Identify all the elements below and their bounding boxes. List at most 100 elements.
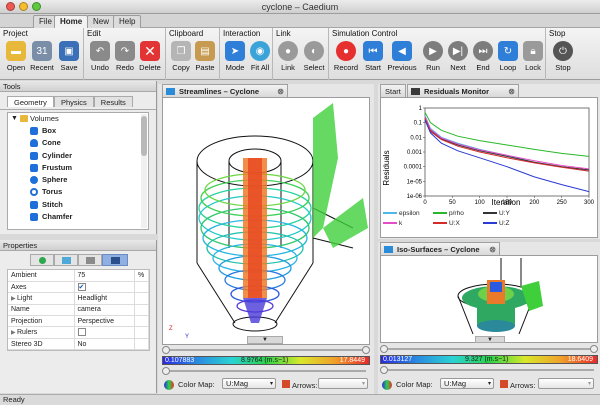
group-label: Project (3, 29, 28, 38)
property-row[interactable]: Stereo 3D No (8, 338, 149, 351)
property-value[interactable]: Perspective (74, 315, 135, 328)
tab-new[interactable]: New (87, 15, 116, 28)
property-row[interactable]: Ambient 75% (8, 270, 149, 282)
recent-button[interactable]: 31 Recent (27, 39, 57, 79)
group-label: Edit (87, 29, 101, 38)
slider-max-handle[interactable] (590, 345, 598, 353)
tab-view-sphere[interactable] (30, 254, 54, 266)
tab-view-grid[interactable] (78, 254, 102, 266)
color-map-select[interactable]: U:Mag ▾ (440, 378, 494, 389)
tab-view-image[interactable] (54, 254, 78, 266)
slider-max-handle[interactable] (362, 346, 370, 354)
button-label: Save (60, 63, 78, 72)
lock-button[interactable]: 🔒︎ Lock (520, 39, 546, 79)
property-row[interactable]: ▶ Light Headlight (8, 292, 149, 305)
slider-handle[interactable] (380, 366, 388, 374)
property-value[interactable]: 75 (74, 270, 135, 282)
tab-results[interactable]: Results (93, 96, 133, 107)
slider-handle[interactable] (162, 367, 170, 375)
grid-icon (86, 257, 95, 264)
tree-item-cone[interactable]: Cone (8, 137, 148, 149)
property-row[interactable]: Name camera (8, 304, 149, 317)
tree-item-frustum[interactable]: Frustum (8, 162, 148, 174)
property-unit (134, 315, 149, 328)
property-row[interactable]: Axes ✔ (8, 281, 149, 294)
paste-button[interactable]: ▤ Paste (190, 39, 220, 79)
end-button[interactable]: ⏭ End (470, 39, 496, 79)
tab-geometry[interactable]: Geometry (7, 96, 54, 107)
tree-item-box[interactable]: Box (8, 125, 148, 137)
loop-button[interactable]: ↻ Loop (495, 39, 521, 79)
record-button[interactable]: ● Record (330, 39, 362, 79)
property-row[interactable]: ▶ Rulers (8, 326, 149, 339)
fit-all-button[interactable]: ◉ Fit All (245, 39, 275, 79)
start-button[interactable]: ⏮ Start (360, 39, 386, 79)
rulers-checkbox[interactable] (74, 326, 135, 339)
button-label: Paste (195, 63, 215, 72)
tree-scrollbar[interactable] (141, 114, 147, 228)
streamlines-tab[interactable]: Streamlines – Cyclone ⊗ (162, 84, 288, 97)
isosurfaces-viewport[interactable]: ▼ (380, 255, 598, 343)
previous-button[interactable]: ◀ Previous (385, 39, 419, 79)
isosurfaces-tab[interactable]: Iso-Surfaces – Cyclone ⊗ (380, 242, 500, 255)
tree-item-sphere[interactable]: Sphere (8, 174, 148, 186)
axes-checkbox[interactable]: ✔ (74, 281, 135, 294)
viewport-collapse-handle[interactable]: ▼ (247, 336, 283, 344)
streamlines-opacity-slider[interactable] (162, 367, 370, 375)
tree-item-chamfer[interactable]: Chamfer (8, 211, 148, 223)
isosurfaces-opacity-slider[interactable] (380, 366, 598, 374)
streamlines-viewport[interactable]: Z Y ▼ (162, 97, 370, 345)
run-button[interactable]: ▶ Run (420, 39, 446, 79)
expand-arrow-icon[interactable]: ▶ (11, 329, 16, 336)
tab-physics[interactable]: Physics (53, 96, 94, 107)
residuals-tab[interactable]: Residuals Monitor ⊗ (407, 84, 519, 97)
expand-arrow-icon[interactable]: ▼ (11, 113, 18, 125)
property-unit (134, 292, 149, 305)
slider-min-handle[interactable] (380, 345, 388, 353)
scrollbar-thumb[interactable] (141, 116, 147, 156)
select-button[interactable]: ◐ Select (299, 39, 329, 79)
chevron-down-icon: ▾ (269, 381, 273, 387)
colormap-icon[interactable] (382, 379, 394, 390)
tab-view-camera[interactable] (102, 254, 128, 266)
select-value: U:Mag (444, 379, 467, 388)
properties-table: Ambient 75% Axes ✔ ▶ Light Headlight Name cam… (7, 269, 150, 351)
arrows-select[interactable]: ▾ (318, 378, 368, 389)
arrows-label: Arrows: (292, 381, 318, 390)
tab-home[interactable]: Home (54, 15, 89, 28)
viewport-collapse-handle[interactable]: ▼ (475, 336, 505, 343)
next-button[interactable]: ▶| Next (445, 39, 471, 79)
geometry-tree: ▼ Volumes Box Cone Cylinder Frustum Sphe… (7, 112, 149, 230)
delete-button[interactable]: ✕ Delete (135, 39, 165, 79)
isosurfaces-range-slider[interactable] (380, 345, 598, 353)
legend-item: k (383, 220, 402, 227)
property-value[interactable]: camera (74, 304, 135, 317)
stop-button[interactable]: ⏻ Stop (548, 39, 578, 79)
arrows-select[interactable]: ▾ (538, 378, 594, 389)
colormap-icon[interactable] (164, 379, 176, 390)
stitch-icon (30, 200, 38, 209)
cone-icon (30, 139, 38, 148)
property-value[interactable]: No (74, 338, 135, 351)
streamlines-range-slider[interactable] (162, 346, 370, 354)
group-project: Project ▬ Open 31 Recent ▣ Save (0, 28, 84, 80)
start-tab[interactable]: Start (380, 84, 406, 97)
property-value[interactable]: Headlight (74, 292, 135, 305)
tab-help[interactable]: Help (113, 15, 142, 28)
tree-item-cylinder[interactable]: Cylinder (8, 150, 148, 162)
color-map-select[interactable]: U:Mag ▾ (222, 378, 276, 389)
save-button[interactable]: ▣ Save (54, 39, 84, 79)
tools-header: Tools (0, 81, 156, 92)
tree-item-torus[interactable]: Torus (8, 186, 148, 198)
expand-arrow-icon[interactable]: ▶ (11, 295, 16, 302)
tree-item-stitch[interactable]: Stitch (8, 199, 148, 211)
property-row[interactable]: Projection Perspective (8, 315, 149, 328)
slider-min-handle[interactable] (162, 346, 170, 354)
group-stop: Stop ⏻ Stop (546, 28, 600, 80)
x-tick-label: 250 (557, 200, 568, 206)
legend-label: U:Y (499, 210, 510, 217)
tree-root[interactable]: ▼ Volumes (8, 113, 148, 125)
arrows-toggle[interactable]: Arrows: (282, 380, 317, 390)
menu-tabs: File Home New Help (0, 14, 600, 28)
arrows-toggle[interactable]: Arrows: (500, 380, 535, 390)
